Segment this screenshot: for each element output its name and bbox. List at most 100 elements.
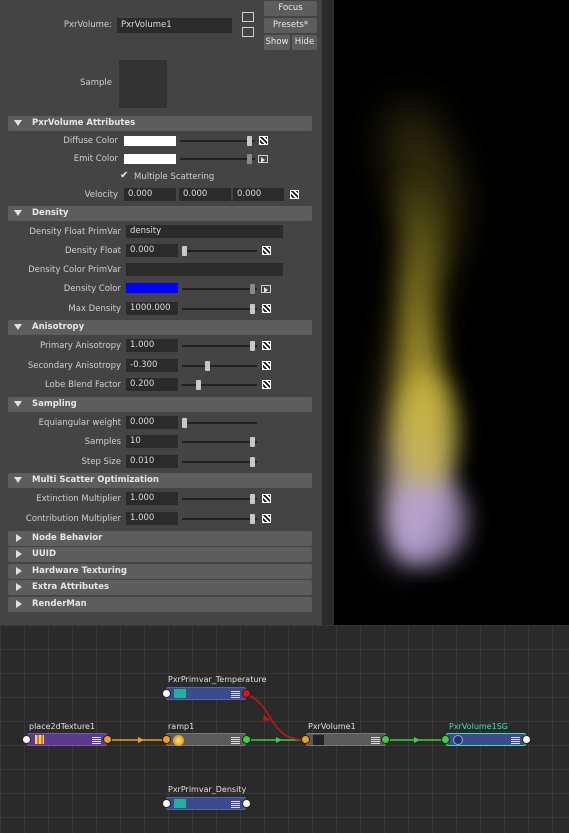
node-menu-icon[interactable] — [371, 737, 380, 744]
emit-color-swatch[interactable] — [124, 154, 176, 164]
section-hardware-texturing[interactable]: Hardware Texturing — [8, 564, 312, 579]
ramp-output-port[interactable] — [242, 735, 251, 744]
density-float-slider-handle[interactable] — [182, 246, 187, 256]
contribution-multiplier-field[interactable]: 1.000 — [126, 512, 178, 525]
node-pxrprimvar-temperature[interactable] — [166, 687, 246, 700]
equiangular-weight-slider[interactable] — [182, 422, 257, 424]
density-float-primvar-field[interactable]: density — [126, 225, 283, 238]
section-uuid[interactable]: UUID — [8, 547, 312, 562]
max-density-field[interactable]: 1000.000 — [126, 302, 178, 315]
step-size-slider-handle[interactable] — [250, 457, 255, 467]
sg-output-port[interactable] — [522, 735, 531, 744]
density-color-primvar-field[interactable] — [126, 263, 283, 276]
max-density-map-button[interactable] — [262, 304, 271, 313]
presets-button[interactable]: Presets* — [264, 18, 317, 33]
lobe-blend-factor-map-button[interactable] — [262, 380, 271, 389]
velocity-x-field[interactable]: 0.000 — [124, 188, 176, 201]
lobe-blend-factor-slider-handle[interactable] — [196, 380, 201, 390]
density-output-port[interactable] — [242, 799, 251, 808]
density-color-slider[interactable] — [182, 288, 257, 290]
node-ramp[interactable] — [166, 733, 246, 746]
node-name-field[interactable]: PxrVolume1 — [117, 18, 232, 33]
extinction-multiplier-slider-handle[interactable] — [250, 494, 255, 504]
secondary-anisotropy-map-button[interactable] — [262, 361, 271, 370]
focus-button[interactable]: Focus — [264, 1, 317, 16]
emit-color-slider-handle[interactable] — [247, 154, 252, 164]
diffuse-color-slider[interactable] — [180, 140, 255, 142]
temperature-input-port[interactable] — [162, 689, 171, 698]
render-viewport[interactable] — [334, 0, 569, 625]
node-shading-group[interactable] — [446, 733, 526, 746]
ramp-input-port[interactable] — [162, 735, 171, 744]
place2d-output-port[interactable] — [103, 735, 112, 744]
max-density-slider-handle[interactable] — [250, 304, 255, 314]
density-float-map-button[interactable] — [262, 246, 271, 255]
secondary-anisotropy-slider[interactable] — [182, 365, 257, 367]
section-anisotropy[interactable]: Anisotropy — [8, 320, 312, 335]
extinction-multiplier-slider[interactable] — [182, 498, 257, 500]
density-input-port[interactable] — [162, 799, 171, 808]
density-float-slider[interactable] — [182, 250, 257, 252]
volume-output-port[interactable] — [381, 735, 390, 744]
volume-input-port[interactable] — [301, 735, 310, 744]
extinction-multiplier-field[interactable]: 1.000 — [126, 492, 178, 505]
diffuse-color-swatch[interactable] — [124, 136, 176, 146]
node-place2dtexture[interactable] — [27, 733, 107, 746]
emit-color-slider[interactable] — [180, 158, 255, 160]
samples-slider[interactable] — [182, 441, 257, 443]
density-float-field[interactable]: 0.000 — [126, 244, 178, 257]
step-size-slider[interactable] — [182, 461, 257, 463]
primary-anisotropy-field[interactable]: 1.000 — [126, 339, 178, 352]
diffuse-color-slider-handle[interactable] — [247, 136, 252, 146]
section-pxrvolume-attributes[interactable]: PxrVolume Attributes — [8, 116, 312, 131]
step-size-field[interactable]: 0.010 — [126, 455, 178, 468]
section-renderman[interactable]: RenderMan — [8, 597, 312, 612]
primary-anisotropy-slider[interactable] — [182, 345, 257, 347]
primary-anisotropy-slider-handle[interactable] — [250, 341, 255, 351]
section-extra-attributes[interactable]: Extra Attributes — [8, 580, 312, 595]
primary-anisotropy-map-button[interactable] — [262, 341, 271, 350]
section-node-behavior[interactable]: Node Behavior — [8, 531, 312, 546]
node-pxrvolume[interactable] — [306, 733, 386, 746]
samples-field[interactable]: 10 — [126, 435, 178, 448]
contribution-multiplier-slider-handle[interactable] — [250, 514, 255, 524]
contribution-multiplier-map-button[interactable] — [262, 514, 271, 523]
lobe-blend-factor-slider[interactable] — [182, 384, 257, 386]
equiangular-weight-field[interactable]: 0.000 — [126, 416, 178, 429]
show-button[interactable]: Show — [264, 35, 290, 50]
lobe-blend-factor-field[interactable]: 0.200 — [126, 378, 178, 391]
density-color-slider-handle[interactable] — [250, 284, 255, 294]
node-pxrprimvar-density[interactable] — [166, 797, 246, 810]
output-connection-icon[interactable] — [242, 27, 254, 37]
sg-input-port[interactable] — [441, 735, 450, 744]
samples-slider-handle[interactable] — [250, 437, 255, 447]
hide-button[interactable]: Hide — [292, 35, 317, 50]
multiple-scattering-checkbox[interactable]: ✔ — [120, 171, 130, 181]
velocity-y-field[interactable]: 0.000 — [179, 188, 231, 201]
input-connection-icon[interactable] — [242, 12, 254, 22]
section-density[interactable]: Density — [8, 206, 312, 221]
node-menu-icon[interactable] — [231, 737, 240, 744]
diffuse-color-map-button[interactable] — [259, 136, 268, 145]
max-density-slider[interactable] — [182, 308, 257, 310]
density-color-connected-icon[interactable] — [261, 285, 271, 293]
contribution-multiplier-slider[interactable] — [182, 518, 257, 520]
density-color-swatch[interactable] — [126, 283, 178, 293]
secondary-anisotropy-slider-handle[interactable] — [205, 361, 210, 371]
secondary-anisotropy-field[interactable]: -0.300 — [126, 359, 178, 372]
section-sampling[interactable]: Sampling — [8, 397, 312, 412]
velocity-map-button[interactable] — [290, 190, 299, 199]
node-editor[interactable]: PxrPrimvar_Temperature place2dTexture1 r… — [0, 625, 569, 833]
extinction-multiplier-map-button[interactable] — [262, 494, 271, 503]
equiangular-weight-slider-handle[interactable] — [182, 418, 187, 428]
emit-color-connected-icon[interactable] — [258, 155, 268, 163]
node-menu-icon[interactable] — [231, 801, 240, 808]
section-multi-scatter-optimization[interactable]: Multi Scatter Optimization — [8, 473, 312, 488]
node-menu-icon[interactable] — [511, 737, 520, 744]
place2d-input-port[interactable] — [22, 735, 31, 744]
section-title: Sampling — [32, 399, 77, 409]
velocity-z-field[interactable]: 0.000 — [233, 188, 284, 201]
temperature-output-port[interactable] — [242, 689, 251, 698]
node-menu-icon[interactable] — [92, 737, 101, 744]
node-menu-icon[interactable] — [231, 691, 240, 698]
